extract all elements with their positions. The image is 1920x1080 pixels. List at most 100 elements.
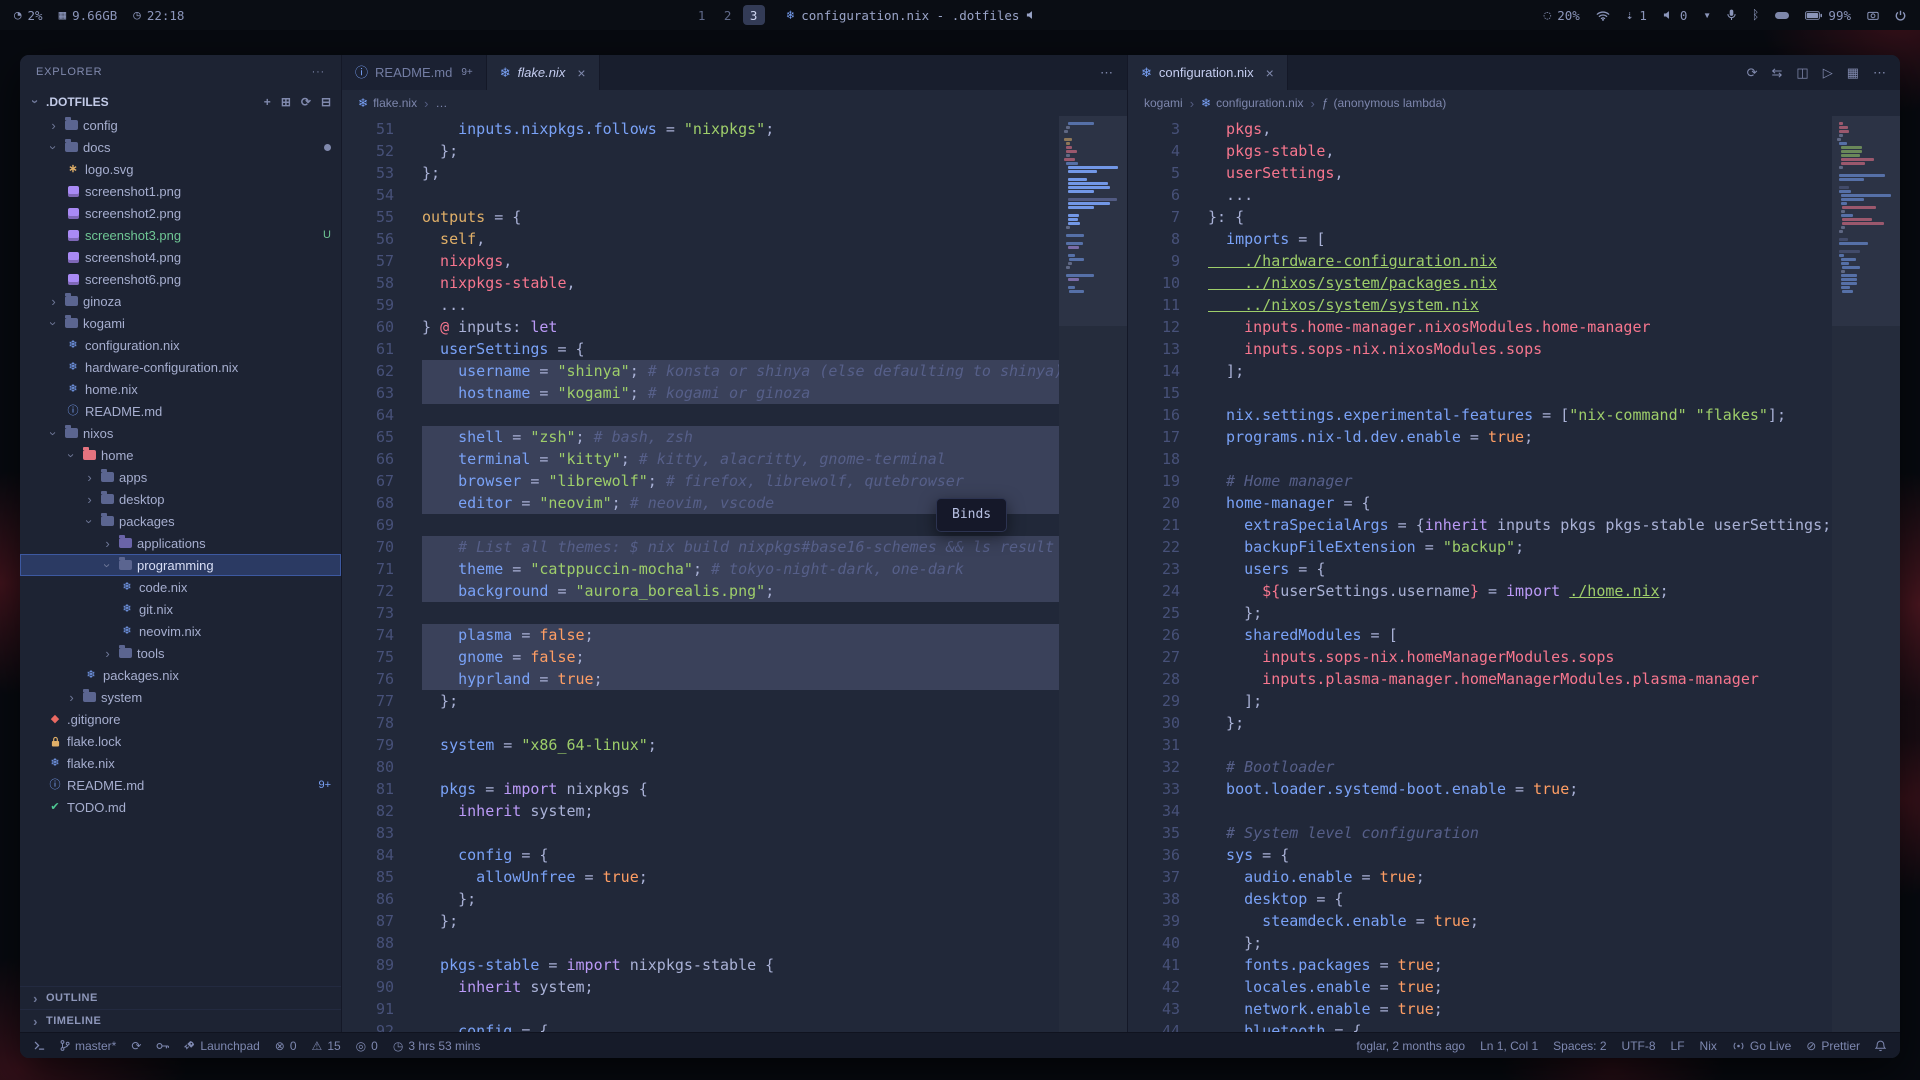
code-line[interactable]: 52 }; <box>342 140 1059 162</box>
code-line[interactable]: 64 <box>342 404 1059 426</box>
code-line[interactable]: 37 audio.enable = true; <box>1128 866 1832 888</box>
code-editor-flake-nix[interactable]: 51 inputs.nixpkgs.follows = "nixpkgs";52… <box>342 116 1059 1032</box>
status-cursor-position[interactable]: Ln 1, Col 1 <box>1480 1039 1538 1053</box>
code-line[interactable]: 57 nixpkgs, <box>342 250 1059 272</box>
tree-item-screenshot3-png[interactable]: screenshot3.pngU <box>20 224 341 246</box>
tree-item-code-nix[interactable]: ❄code.nix <box>20 576 341 598</box>
code-line[interactable]: 10 ../nixos/system/packages.nix <box>1128 272 1832 294</box>
code-line[interactable]: 26 sharedModules = [ <box>1128 624 1832 646</box>
tree-item-todo-md[interactable]: ✔TODO.md <box>20 796 341 818</box>
breadcrumb-item[interactable]: ❄flake.nix <box>358 96 417 110</box>
tree-item-git-nix[interactable]: ❄git.nix <box>20 598 341 620</box>
code-line[interactable]: 40 }; <box>1128 932 1832 954</box>
code-line[interactable]: 38 desktop = { <box>1128 888 1832 910</box>
code-line[interactable]: 9 ./hardware-configuration.nix <box>1128 250 1832 272</box>
code-line[interactable]: 51 inputs.nixpkgs.follows = "nixpkgs"; <box>342 118 1059 140</box>
tree-item-programming[interactable]: ›programming <box>20 554 341 576</box>
code-line[interactable]: 31 <box>1128 734 1832 756</box>
status-code-time[interactable]: ◷3 hrs 53 mins <box>393 1039 481 1053</box>
code-line[interactable]: 18 <box>1128 448 1832 470</box>
tree-item-packages-nix[interactable]: ❄packages.nix <box>20 664 341 686</box>
new-file-icon[interactable]: + <box>264 96 271 108</box>
status-launchpad[interactable]: Launchpad <box>184 1039 259 1053</box>
tree-item-screenshot2-png[interactable]: screenshot2.png <box>20 202 341 224</box>
tab-flake-nix[interactable]: ❄flake.nix× <box>487 55 600 90</box>
code-line[interactable]: 24 ${userSettings.username} = import ./h… <box>1128 580 1832 602</box>
sync-action-icon[interactable]: ⟳ <box>1747 66 1758 79</box>
code-line[interactable]: 44 bluetooth = { <box>1128 1020 1832 1032</box>
tree-item-config[interactable]: ›config <box>20 114 341 136</box>
code-line[interactable]: 63 hostname = "kogami"; # kogami or gino… <box>342 382 1059 404</box>
status-ports[interactable]: ◎0 <box>356 1039 378 1053</box>
status-git-branch[interactable]: master* <box>60 1039 116 1053</box>
code-line[interactable]: 66 terminal = "kitty"; # kitty, alacritt… <box>342 448 1059 470</box>
tab-readme-md[interactable]: ⓘREADME.md9+ <box>342 55 487 90</box>
code-line[interactable]: 11 ../nixos/system/system.nix <box>1128 294 1832 316</box>
code-line[interactable]: 88 <box>342 932 1059 954</box>
code-line[interactable]: 29 ]; <box>1128 690 1832 712</box>
power[interactable] <box>1895 10 1906 21</box>
code-line[interactable]: 22 backupFileExtension = "backup"; <box>1128 536 1832 558</box>
code-line[interactable]: 14 ]; <box>1128 360 1832 382</box>
code-line[interactable]: 8 imports = [ <box>1128 228 1832 250</box>
tree-item-packages[interactable]: ›packages <box>20 510 341 532</box>
code-line[interactable]: 81 pkgs = import nixpkgs { <box>342 778 1059 800</box>
status-errors[interactable]: ⊗0 <box>275 1039 297 1053</box>
code-line[interactable]: 23 users = { <box>1128 558 1832 580</box>
tree-item-flake-lock[interactable]: flake.lock <box>20 730 341 752</box>
compare-action-icon[interactable]: ⇆ <box>1772 66 1783 79</box>
code-line[interactable]: 70 # List all themes: $ nix build nixpkg… <box>342 536 1059 558</box>
code-line[interactable]: 92 config = { <box>342 1020 1059 1032</box>
tree-item-screenshot4-png[interactable]: screenshot4.png <box>20 246 341 268</box>
tree-item-screenshot1-png[interactable]: screenshot1.png <box>20 180 341 202</box>
cpu-usage[interactable]: ◔2% <box>14 8 43 23</box>
breadcrumb-item[interactable]: ❄configuration.nix <box>1201 96 1303 110</box>
tree-item-logo-svg[interactable]: ∗logo.svg <box>20 158 341 180</box>
code-line[interactable]: 74 plasma = false; <box>342 624 1059 646</box>
code-line[interactable]: 56 self, <box>342 228 1059 250</box>
close-icon[interactable]: × <box>1266 65 1274 81</box>
code-line[interactable]: 42 locales.enable = true; <box>1128 976 1832 998</box>
status-notifications[interactable] <box>1875 1040 1886 1052</box>
code-line[interactable]: 61 userSettings = { <box>342 338 1059 360</box>
tree-item-applications[interactable]: ›applications <box>20 532 341 554</box>
tree-item-gitignore[interactable]: ◆.gitignore <box>20 708 341 730</box>
tree-item-hardware-configuration-nix[interactable]: ❄hardware-configuration.nix <box>20 356 341 378</box>
tray-expand[interactable]: ▾ <box>1703 9 1711 22</box>
tree-item-home-nix[interactable]: ❄home.nix <box>20 378 341 400</box>
code-line[interactable]: 15 <box>1128 382 1832 404</box>
code-line[interactable]: 28 inputs.plasma-manager.homeManagerModu… <box>1128 668 1832 690</box>
code-line[interactable]: 72 background = "aurora_borealis.png"; <box>342 580 1059 602</box>
code-line[interactable]: 6 ... <box>1128 184 1832 206</box>
split-action-icon[interactable]: ◫ <box>1796 66 1808 79</box>
breadcrumb-item[interactable]: kogami <box>1144 96 1183 110</box>
code-line[interactable]: 87 }; <box>342 910 1059 932</box>
more-action-icon[interactable]: ⋯ <box>1873 66 1886 79</box>
code-line[interactable]: 91 <box>342 998 1059 1020</box>
code-editor-configuration-nix[interactable]: 3 pkgs,4 pkgs-stable,5 userSettings,6 ..… <box>1128 116 1832 1032</box>
code-line[interactable]: 3 pkgs, <box>1128 118 1832 140</box>
code-line[interactable]: 17 programs.nix-ld.dev.enable = true; <box>1128 426 1832 448</box>
code-line[interactable]: 53}; <box>342 162 1059 184</box>
tree-item-home[interactable]: ›home <box>20 444 341 466</box>
code-line[interactable]: 62 username = "shinya"; # konsta or shin… <box>342 360 1059 382</box>
tree-item-system[interactable]: ›system <box>20 686 341 708</box>
code-line[interactable]: 83 <box>342 822 1059 844</box>
code-line[interactable]: 32 # Bootloader <box>1128 756 1832 778</box>
minimap[interactable] <box>1059 116 1127 1032</box>
code-line[interactable]: 19 # Home manager <box>1128 470 1832 492</box>
code-line[interactable]: 27 inputs.sops-nix.homeManagerModules.so… <box>1128 646 1832 668</box>
code-line[interactable]: 55outputs = { <box>342 206 1059 228</box>
code-line[interactable]: 36 sys = { <box>1128 844 1832 866</box>
refresh-icon[interactable]: ⟳ <box>301 96 311 108</box>
status-git-blame[interactable]: foglar, 2 months ago <box>1356 1039 1465 1053</box>
controller[interactable] <box>1775 11 1789 20</box>
code-line[interactable]: 21 extraSpecialArgs = {inherit inputs pk… <box>1128 514 1832 536</box>
layout-action-icon[interactable]: ▦ <box>1847 66 1859 79</box>
minimap[interactable] <box>1832 116 1900 1032</box>
tree-item-readme-md[interactable]: ⓘREADME.md9+ <box>20 774 341 796</box>
disk-usage[interactable]: ◌20% <box>1544 8 1580 23</box>
status-language-mode[interactable]: Nix <box>1700 1039 1717 1053</box>
new-folder-icon[interactable]: ⊞ <box>281 96 291 108</box>
code-line[interactable]: 84 config = { <box>342 844 1059 866</box>
